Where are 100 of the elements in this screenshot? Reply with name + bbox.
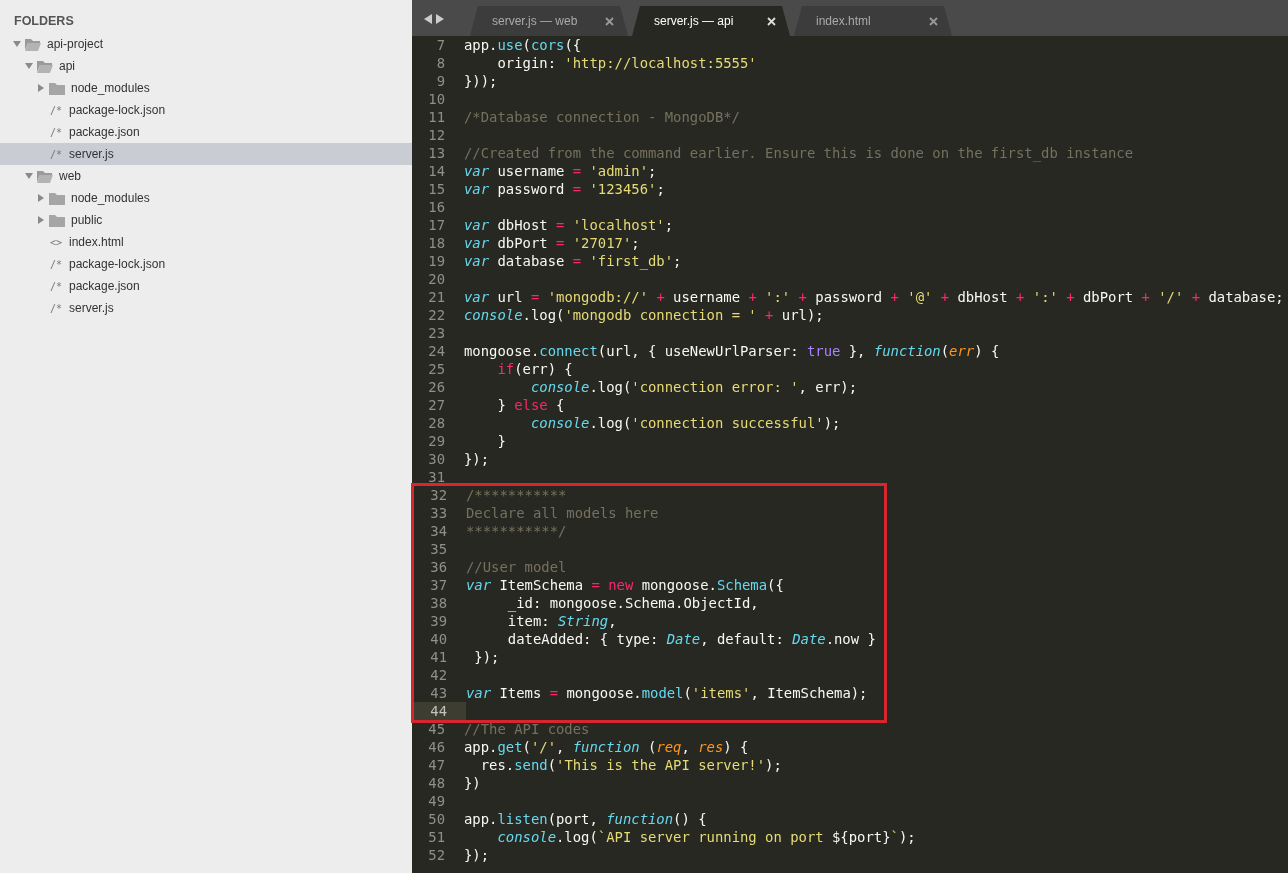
code-line: })); [464, 72, 498, 90]
line-number: 8 [435, 54, 446, 72]
folder-item[interactable]: public [71, 213, 103, 227]
forward-arrow-icon[interactable] [436, 14, 444, 24]
line-number: 7 [435, 36, 446, 54]
folder-item[interactable]: node_modules [71, 81, 150, 95]
code-line: app.listen(port, function() { [464, 810, 707, 828]
back-arrow-icon[interactable] [424, 14, 432, 24]
folder-item[interactable]: api-project [47, 37, 104, 51]
line-number: 49 [427, 792, 446, 810]
line-number: 36 [429, 558, 448, 576]
file-item[interactable]: server.js [69, 147, 114, 161]
file-item[interactable]: index.html [69, 235, 124, 249]
line-number: 50 [427, 810, 446, 828]
line-number: 16 [427, 198, 446, 216]
collapsed-arrow-icon[interactable] [37, 216, 45, 224]
code-comment: //User model [466, 558, 567, 576]
line-number: 11 [427, 108, 446, 126]
line-number: 47 [427, 756, 446, 774]
line-number: 51 [427, 828, 446, 846]
code-line: } else { [496, 396, 565, 414]
folder-icon [49, 81, 65, 95]
code-line: console.log('connection successful'); [529, 414, 841, 432]
line-number: 37 [429, 576, 448, 594]
line-number: 40 [429, 630, 448, 648]
line-number: 52 [427, 846, 446, 864]
code-line: }) [464, 774, 481, 792]
line-number: 24 [427, 342, 446, 360]
line-number: 23 [427, 324, 446, 342]
code-comment: //The API codes [464, 720, 590, 738]
file-tab[interactable]: server.js — api [632, 6, 790, 36]
folder-icon [49, 191, 65, 205]
line-number: 28 [427, 414, 446, 432]
code-line: var dbPort = '27017'; [464, 234, 640, 252]
line-number: 48 [427, 774, 446, 792]
code-line: if(err) { [496, 360, 573, 378]
expanded-arrow-icon[interactable] [25, 62, 33, 70]
code-line: }); [473, 648, 500, 666]
line-number: 41 [429, 648, 448, 666]
file-icon: /* [49, 302, 63, 314]
file-icon: /* [49, 148, 63, 160]
file-icon: /* [49, 258, 63, 270]
line-number: 34 [429, 522, 448, 540]
open-folder-icon [37, 59, 53, 73]
expanded-arrow-icon[interactable] [25, 172, 33, 180]
line-number: 15 [427, 180, 446, 198]
code-comment: Declare all models here [466, 504, 659, 522]
collapsed-arrow-icon[interactable] [37, 194, 45, 202]
code-line: var username = 'admin'; [464, 162, 657, 180]
code-line: var database = 'first_db'; [464, 252, 682, 270]
code-comment: ***********/ [466, 522, 567, 540]
line-number: 25 [427, 360, 446, 378]
code-line: var ItemSchema = new mongoose.Schema({ [466, 576, 784, 594]
code-line: } [496, 432, 506, 450]
code-line: app.get('/', function (req, res) { [464, 738, 749, 756]
folder-item[interactable]: api [59, 59, 75, 73]
line-number: 19 [427, 252, 446, 270]
expanded-arrow-icon[interactable] [13, 40, 21, 48]
code-comment: /*Database connection - MongoDB*/ [464, 108, 740, 126]
line-number: 14 [427, 162, 446, 180]
code-line: console.log(`API server running on port ${port}`); [496, 828, 916, 846]
file-tab[interactable]: server.js — web [470, 6, 628, 36]
code-comment: /*********** [466, 486, 567, 504]
code-line: res.send('This is the API server!'); [479, 756, 782, 774]
file-item[interactable]: package.json [69, 125, 140, 139]
file-icon: /* [49, 126, 63, 138]
line-number: 21 [427, 288, 446, 306]
code-line: dateAdded: { type: Date, default: Date.now } [506, 630, 876, 648]
line-number: 9 [435, 72, 446, 90]
code-line: app.use(cors({ [464, 36, 582, 54]
file-item[interactable]: package-lock.json [69, 103, 166, 117]
folder-item[interactable]: node_modules [71, 191, 150, 205]
code-line: }); [464, 450, 490, 468]
line-number: 22 [427, 306, 446, 324]
folder-item[interactable]: web [59, 169, 81, 183]
file-item[interactable]: server.js [69, 301, 114, 315]
file-tab[interactable]: index.html [794, 6, 952, 36]
code-comment: //Created from the command earlier. Ensure this is done on the first_db instance [464, 144, 1134, 162]
sidebar-heading: FOLDERS [13, 13, 75, 30]
open-folder-icon [37, 169, 53, 183]
line-number: 18 [427, 234, 446, 252]
line-number: 12 [427, 126, 446, 144]
line-number: 39 [429, 612, 448, 630]
code-line: origin: 'http://localhost:5555' [496, 54, 757, 72]
line-number: 27 [427, 396, 446, 414]
file-icon: /* [49, 280, 63, 292]
open-folder-icon [25, 37, 41, 51]
line-number: 46 [427, 738, 446, 756]
collapsed-arrow-icon[interactable] [37, 84, 45, 92]
file-item[interactable]: package.json [69, 279, 140, 293]
line-number: 10 [427, 90, 446, 108]
line-number: 26 [427, 378, 446, 396]
line-number: 31 [427, 468, 446, 486]
code-line: _id: mongoose.Schema.ObjectId, [506, 594, 759, 612]
line-number: 42 [429, 666, 448, 684]
line-number: 33 [429, 504, 448, 522]
code-line: console.log('mongodb connection = ' + url); [464, 306, 824, 324]
file-item[interactable]: package-lock.json [69, 257, 166, 271]
file-icon: <> [49, 236, 63, 248]
code-line: var Items = mongoose.model('items', ItemSchema); [466, 684, 868, 702]
